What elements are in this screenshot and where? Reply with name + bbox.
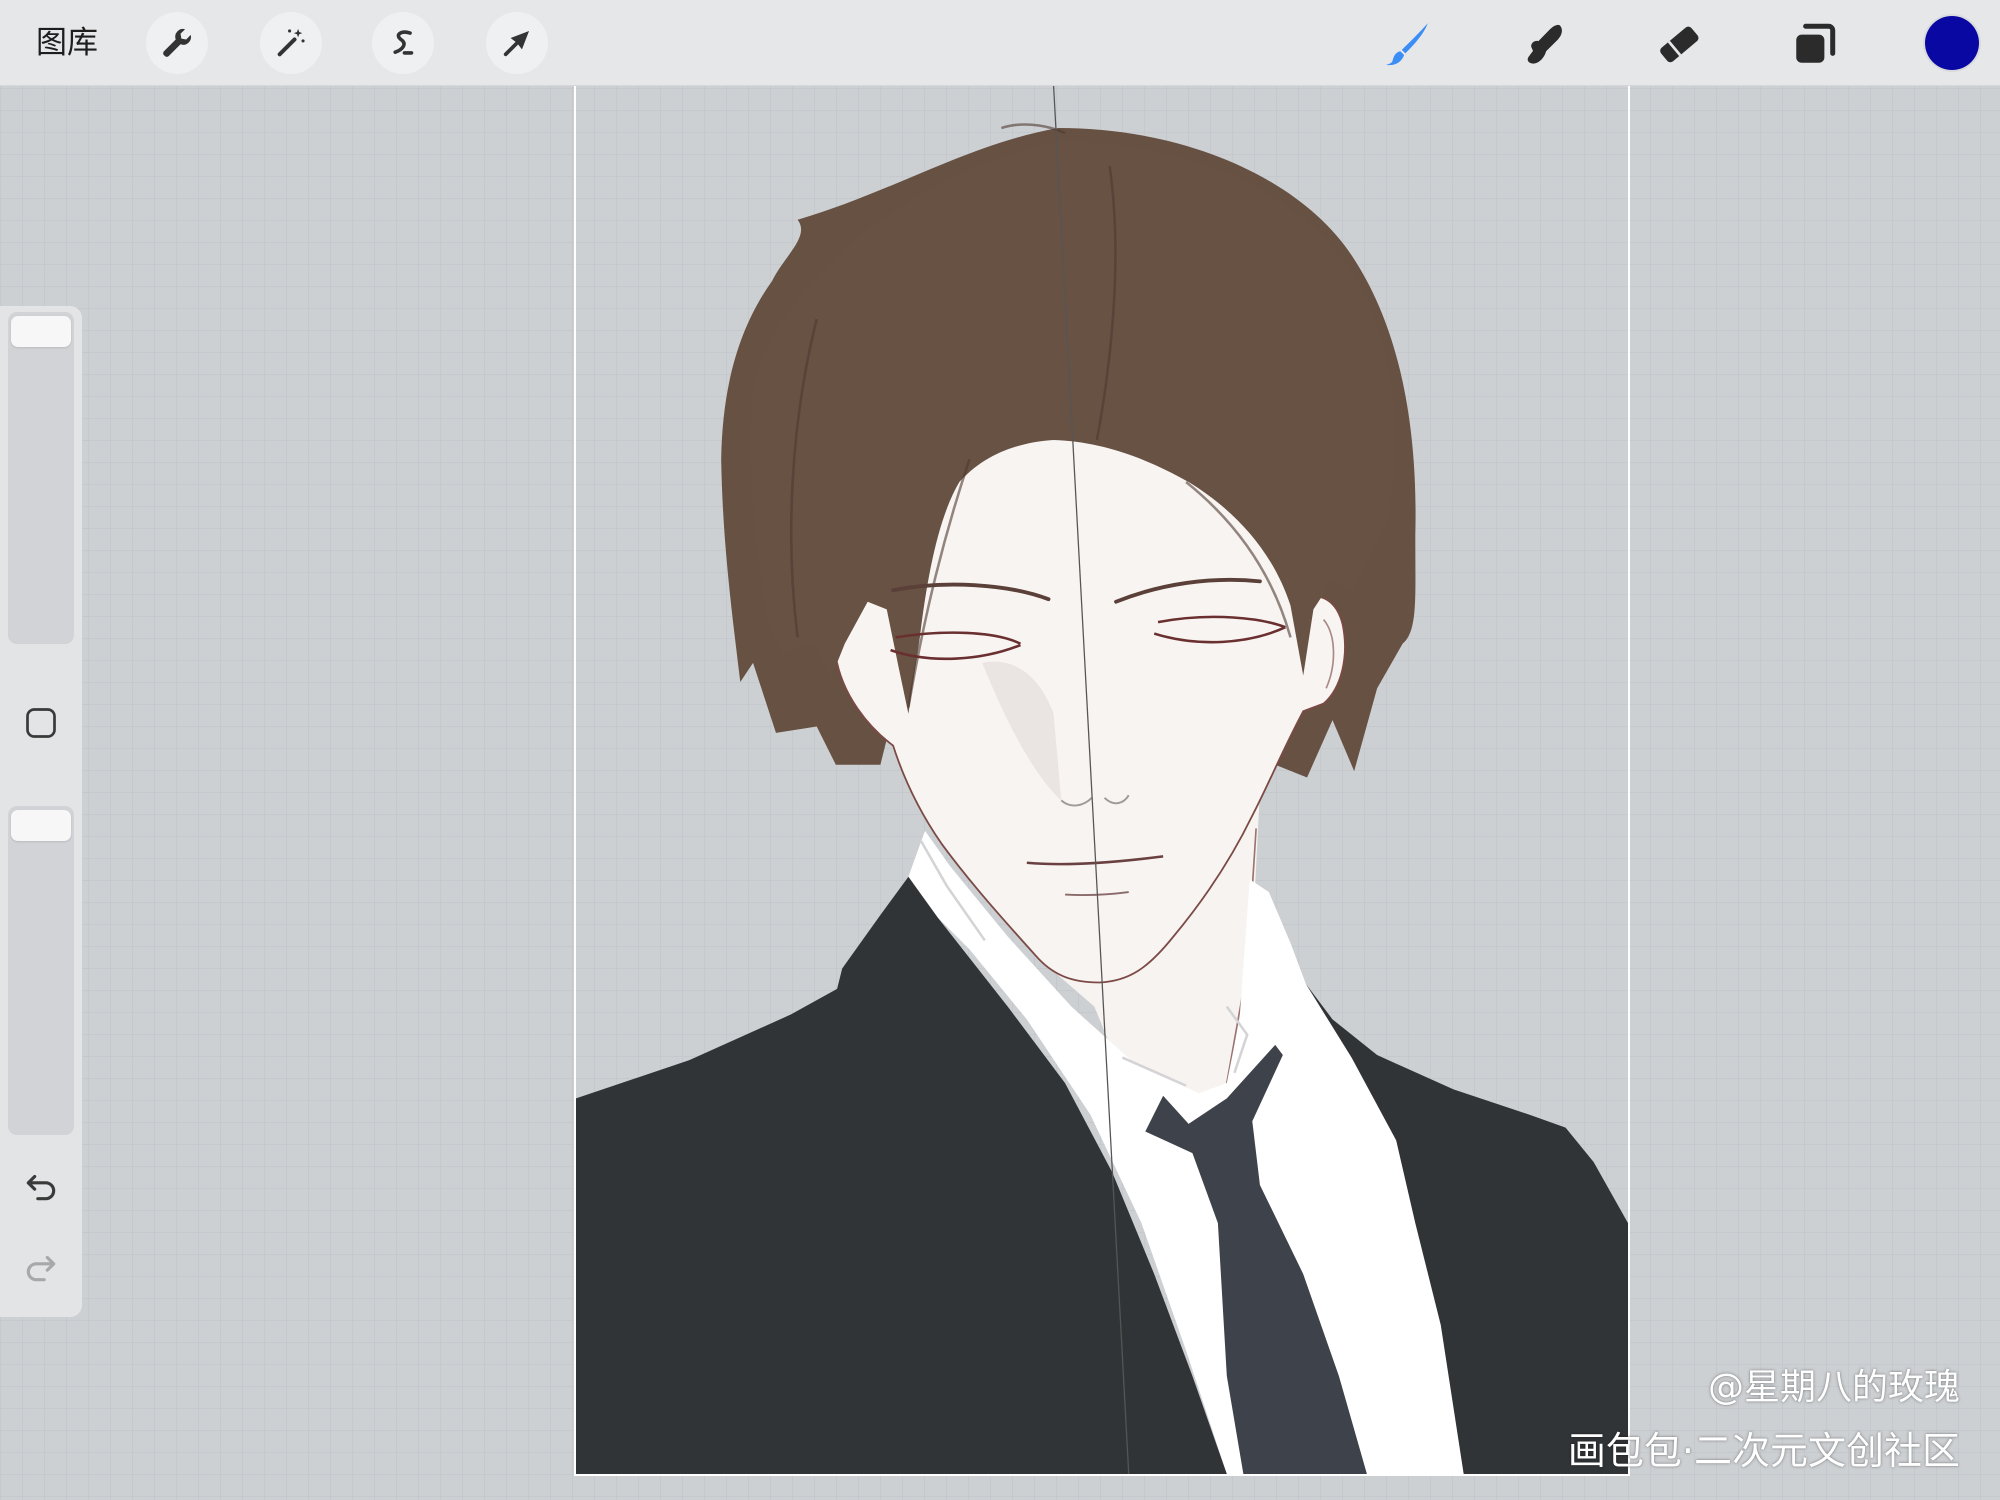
undo-button[interactable] bbox=[21, 1166, 61, 1206]
modify-button[interactable] bbox=[23, 705, 59, 741]
eraser-button[interactable] bbox=[1653, 18, 1705, 70]
redo-button[interactable] bbox=[21, 1247, 61, 1287]
brush-tip bbox=[1386, 51, 1405, 66]
layers-button[interactable] bbox=[1789, 18, 1841, 70]
eraser-icon bbox=[1660, 26, 1699, 63]
magic-wand-icon bbox=[277, 28, 305, 57]
arrow-shaft bbox=[503, 40, 520, 57]
wand-stick bbox=[277, 37, 297, 57]
smudge-icon bbox=[1527, 24, 1562, 64]
eraser-block bbox=[1660, 26, 1699, 63]
wand-sparkle bbox=[293, 28, 303, 38]
brush-size-slider[interactable] bbox=[8, 312, 74, 644]
wand-dot bbox=[301, 39, 305, 43]
square-icon-outline bbox=[26, 708, 56, 738]
actions-button[interactable] bbox=[146, 12, 208, 74]
layers-icon bbox=[1796, 23, 1836, 63]
redo-icon bbox=[26, 1255, 56, 1282]
undo-arrow bbox=[26, 1174, 56, 1201]
undo-icon bbox=[26, 1174, 56, 1201]
brush-handle bbox=[1401, 23, 1428, 54]
gallery-button[interactable]: 图库 bbox=[36, 20, 98, 66]
color-swatch[interactable] bbox=[1925, 16, 1979, 70]
smudge-button[interactable] bbox=[1517, 18, 1569, 70]
smudge-finger-shape bbox=[1527, 24, 1562, 64]
layers-front-square bbox=[1796, 34, 1825, 63]
wrench-icon-shape bbox=[163, 28, 192, 57]
brush-button[interactable] bbox=[1381, 18, 1433, 70]
watermark-site: 画包包·二次元文创社区 bbox=[1567, 1429, 1960, 1473]
brush-icon bbox=[1386, 23, 1428, 66]
opacity-slider[interactable] bbox=[8, 806, 74, 1135]
transform-arrow-icon bbox=[503, 30, 530, 57]
top-toolbar: 图库 bbox=[0, 0, 2000, 86]
selection-s-shape bbox=[393, 30, 412, 54]
redo-arrow bbox=[26, 1255, 56, 1282]
artwork bbox=[576, 86, 1628, 1474]
wrench-icon bbox=[163, 28, 192, 57]
watermark-handle: @星期八的玫瑰 bbox=[1707, 1367, 1960, 1408]
drawing-canvas[interactable] bbox=[574, 86, 1630, 1476]
opacity-slider-handle[interactable] bbox=[11, 810, 71, 841]
selection-icon bbox=[393, 30, 414, 55]
square-icon bbox=[26, 708, 56, 738]
eraser-body bbox=[1660, 26, 1699, 63]
brush-size-slider-handle[interactable] bbox=[11, 316, 71, 347]
left-sidebar bbox=[0, 306, 82, 1317]
transform-button[interactable] bbox=[486, 12, 548, 74]
wand-dot bbox=[288, 29, 292, 33]
selection-button[interactable] bbox=[372, 12, 434, 74]
adjustments-button[interactable] bbox=[260, 12, 322, 74]
